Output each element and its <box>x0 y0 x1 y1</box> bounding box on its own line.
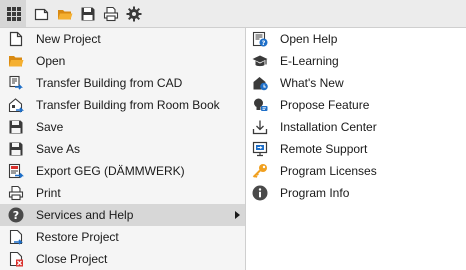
menu-item-label: Print <box>36 186 61 200</box>
submenu-item-label: What's New <box>280 76 344 90</box>
submenu-arrow-icon <box>235 211 240 219</box>
submenu-item-label: Program Info <box>280 186 350 200</box>
new-document-button[interactable] <box>30 2 53 25</box>
menu-item-label: Services and Help <box>36 208 134 222</box>
graduation-cap-icon <box>252 55 268 67</box>
print-icon <box>103 6 118 21</box>
submenu-item-label: E-Learning <box>280 54 339 68</box>
submenu-item-open-help[interactable]: ? Open Help <box>246 28 466 50</box>
save-as-icon <box>9 142 23 156</box>
menu-item-close-project[interactable]: Close Project <box>0 248 245 270</box>
menu-item-label: Save As <box>36 142 81 156</box>
app-menu-button[interactable] <box>0 0 26 27</box>
info-icon <box>252 185 268 201</box>
print-button[interactable] <box>99 2 122 25</box>
save-disk-icon <box>81 7 94 20</box>
cad-transfer-icon <box>9 75 23 90</box>
menu-item-save[interactable]: Save <box>0 116 245 138</box>
menu-item-export-geg[interactable]: Export GEG (DÄMMWERK) <box>0 160 245 182</box>
open-folder-icon <box>57 9 72 19</box>
submenu-item-label: Remote Support <box>280 142 368 156</box>
submenu-item-remote-support[interactable]: Remote Support <box>246 138 466 160</box>
menu-item-print[interactable]: Print <box>0 182 245 204</box>
save-button[interactable] <box>76 2 99 25</box>
open-folder-button[interactable] <box>53 2 76 25</box>
menu-item-label: Restore Project <box>36 230 119 244</box>
open-folder-icon <box>9 56 24 67</box>
room-book-transfer-icon <box>8 98 24 113</box>
new-document-icon <box>9 31 23 47</box>
restore-icon <box>9 229 23 245</box>
menu-item-new-project[interactable]: New Project <box>0 28 245 50</box>
download-icon <box>252 120 268 135</box>
menu-item-label: Transfer Building from Room Book <box>36 98 220 112</box>
settings-gear-icon <box>126 6 141 21</box>
menu-item-label: Export GEG (DÄMMWERK) <box>36 164 185 178</box>
settings-button[interactable] <box>122 2 145 25</box>
key-icon <box>252 164 267 179</box>
export-icon <box>8 163 24 179</box>
submenu-item-label: Propose Feature <box>280 98 370 112</box>
svg-text:?: ? <box>13 209 19 222</box>
open-help-icon: ? <box>252 31 268 47</box>
menu-item-services-and-help[interactable]: ? Services and Help <box>0 204 245 226</box>
submenu-item-label: Open Help <box>280 32 338 46</box>
menu-item-label: Close Project <box>36 252 108 266</box>
menu-item-label: Open <box>36 54 66 68</box>
file-menu: New Project Open Transfer Building from … <box>0 28 245 270</box>
services-help-submenu: ? Open Help E-Learning What's New Propos… <box>246 28 466 270</box>
menu-item-transfer-room-book[interactable]: Transfer Building from Room Book <box>0 94 245 116</box>
submenu-item-whats-new[interactable]: What's New <box>246 72 466 94</box>
submenu-item-installation-center[interactable]: Installation Center <box>246 116 466 138</box>
close-project-icon <box>9 251 23 267</box>
menu-item-label: New Project <box>36 32 101 46</box>
app-grid-icon <box>7 6 21 21</box>
submenu-item-label: Program Licenses <box>280 164 377 178</box>
submenu-item-program-info[interactable]: Program Info <box>246 182 466 204</box>
menu-item-open[interactable]: Open <box>0 50 245 72</box>
submenu-item-program-licenses[interactable]: Program Licenses <box>246 160 466 182</box>
menu-item-label: Save <box>36 120 64 134</box>
submenu-item-e-learning[interactable]: E-Learning <box>246 50 466 72</box>
help-icon: ? <box>8 207 24 223</box>
submenu-item-propose-feature[interactable]: Propose Feature <box>246 94 466 116</box>
save-disk-icon <box>9 120 23 134</box>
menu-item-label: Transfer Building from CAD <box>36 76 183 90</box>
whats-new-icon <box>253 77 268 91</box>
submenu-item-label: Installation Center <box>280 120 377 134</box>
menu-item-restore-project[interactable]: Restore Project <box>0 226 245 248</box>
menu-item-transfer-cad[interactable]: Transfer Building from CAD <box>0 72 245 94</box>
lightbulb-icon <box>254 98 268 111</box>
svg-text:?: ? <box>262 39 266 47</box>
menu-item-save-as[interactable]: Save As <box>0 138 245 160</box>
print-icon <box>8 185 24 201</box>
remote-support-icon <box>252 141 268 157</box>
new-document-icon <box>34 8 48 20</box>
quick-access-toolbar <box>0 0 466 27</box>
